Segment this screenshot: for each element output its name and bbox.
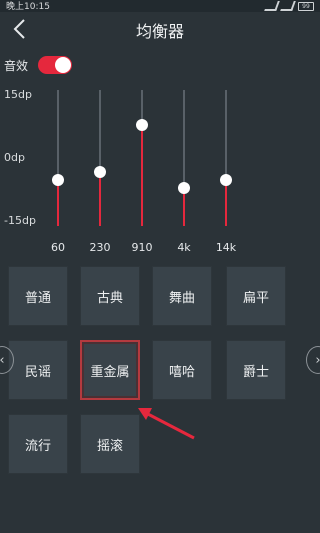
eq-freq-label: 60	[51, 241, 65, 254]
preset-button[interactable]: 民谣	[8, 340, 68, 400]
preset-button[interactable]: 爵士	[226, 340, 286, 400]
preset-button[interactable]: 摇滚	[80, 414, 140, 474]
toggle-knob	[55, 57, 72, 73]
preset-label: 重金属	[90, 364, 130, 380]
preset-label: 摇滚	[96, 438, 123, 454]
eq-slider-60[interactable]	[50, 88, 66, 238]
annotation-arrow-icon	[138, 408, 195, 440]
eq-slider-thumb[interactable]	[220, 173, 232, 186]
eq-slider-thumb[interactable]	[178, 181, 190, 194]
status-icons: 99	[264, 1, 314, 11]
top-bar: 均衡器	[0, 12, 320, 48]
preset-label: 舞曲	[168, 290, 195, 306]
preset-label: 古典	[96, 290, 123, 306]
eq-slider-14k[interactable]	[218, 88, 234, 238]
eq-freq-label: 4k	[177, 241, 191, 254]
eq-slider-4k[interactable]	[176, 88, 192, 238]
preset-button[interactable]: 古典	[80, 266, 140, 326]
status-time: 晚上10:15	[6, 2, 50, 12]
status-bar: 晚上10:15 99	[0, 0, 320, 12]
preset-label: 流行	[24, 438, 51, 454]
preset-label: 爵士	[242, 364, 269, 380]
preset-label: 扁平	[242, 290, 269, 306]
preset-label: 普通	[24, 290, 51, 306]
eq-fill	[57, 179, 59, 226]
eq-freq-label: 14k	[215, 241, 237, 254]
preset-label: 民谣	[24, 364, 51, 380]
preset-label: 嘻哈	[168, 364, 195, 380]
preset-button[interactable]: 流行	[8, 414, 68, 474]
eq-slider-thumb[interactable]	[52, 173, 64, 186]
eq-fill	[99, 171, 101, 226]
db-label-mid: 0dp	[4, 151, 25, 164]
equalizer-panel: 15dp 0dp -15dp 60 230 910 4k 14k	[0, 88, 320, 258]
preset-button[interactable]: 舞曲	[152, 266, 212, 326]
next-page-button[interactable]: ›	[306, 346, 320, 374]
battery-icon: 99	[298, 1, 314, 11]
preset-button[interactable]: 重金属	[80, 340, 140, 400]
sound-effect-label: 音效	[4, 58, 29, 73]
chevron-left-icon: ‹	[0, 353, 5, 368]
db-label-max: 15dp	[4, 88, 32, 101]
sound-effect-row: 音效	[4, 56, 73, 74]
preset-button[interactable]: 扁平	[226, 266, 286, 326]
eq-fill	[141, 125, 143, 226]
eq-freq-label: 910	[131, 241, 153, 254]
signal-icon	[264, 1, 280, 11]
page-title: 均衡器	[135, 22, 184, 41]
eq-freq-label: 230	[89, 241, 111, 254]
eq-slider-230[interactable]	[92, 88, 108, 238]
eq-slider-thumb[interactable]	[136, 119, 148, 132]
eq-slider-thumb[interactable]	[94, 165, 106, 178]
preset-button[interactable]: 嘻哈	[152, 340, 212, 400]
db-label-min: -15dp	[4, 214, 36, 227]
chevron-right-icon: ›	[315, 353, 320, 368]
eq-slider-910[interactable]	[134, 88, 150, 238]
preset-button[interactable]: 普通	[8, 266, 68, 326]
eq-fill	[225, 179, 227, 226]
signal-icon-2	[280, 1, 296, 11]
sound-effect-toggle[interactable]	[38, 56, 73, 74]
